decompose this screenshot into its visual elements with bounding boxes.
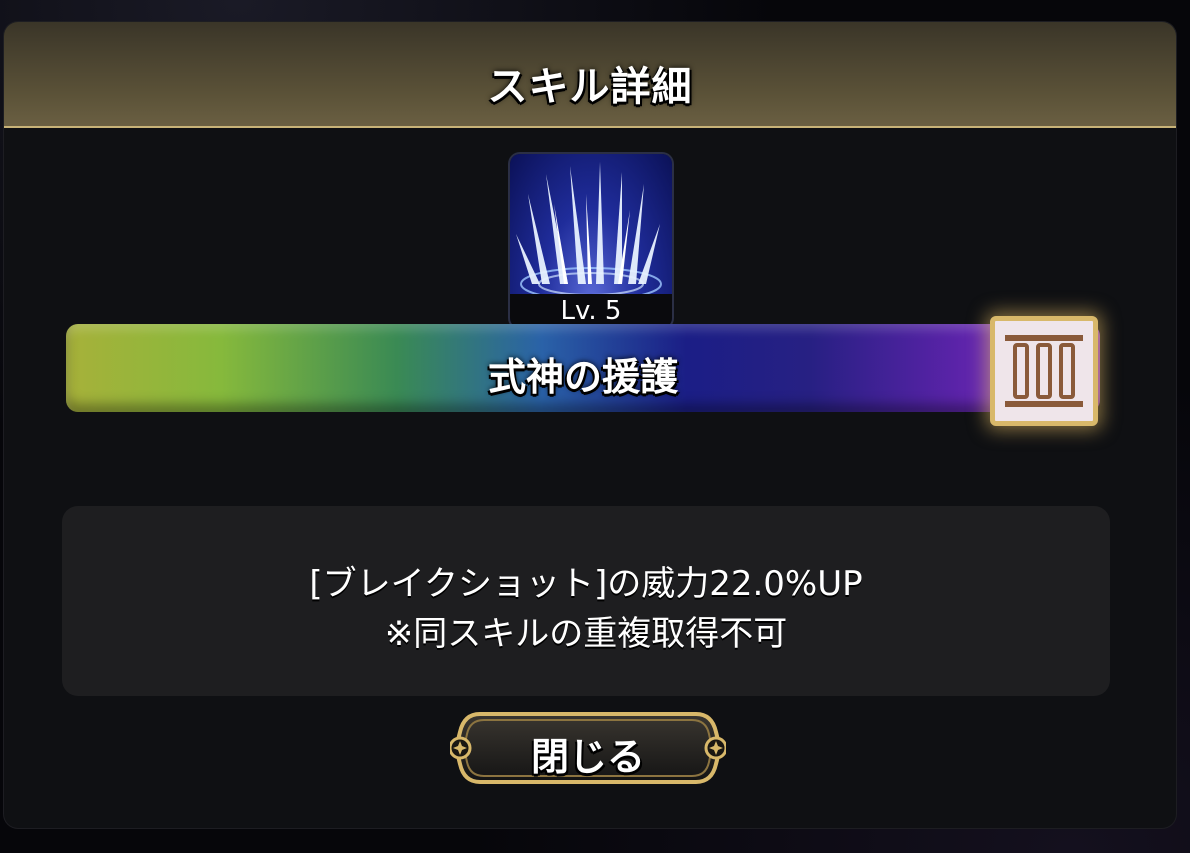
close-button[interactable]: 閉じる bbox=[450, 708, 726, 788]
dialog-header: スキル詳細 bbox=[4, 22, 1176, 128]
skill-description-box: [ブレイクショット]の威力22.0%UP ※同スキルの重複取得不可 bbox=[62, 506, 1110, 696]
close-button-label: 閉じる bbox=[530, 735, 645, 779]
description-line: ※同スキルの重複取得不可 bbox=[384, 614, 788, 654]
roman-numeral-three-icon bbox=[1005, 335, 1083, 407]
description-line: [ブレイクショット]の威力22.0%UP bbox=[309, 564, 863, 604]
skill-name-bar: 式神の援護 bbox=[66, 324, 1100, 412]
skill-rank-badge bbox=[990, 316, 1098, 426]
skill-icon: Lv. 5 bbox=[510, 154, 672, 328]
skill-level: Lv. 5 bbox=[560, 296, 622, 326]
skill-name: 式神の援護 bbox=[487, 355, 678, 399]
dialog-title: スキル詳細 bbox=[487, 64, 693, 110]
skill-level-bar: Lv. 5 bbox=[510, 294, 672, 328]
